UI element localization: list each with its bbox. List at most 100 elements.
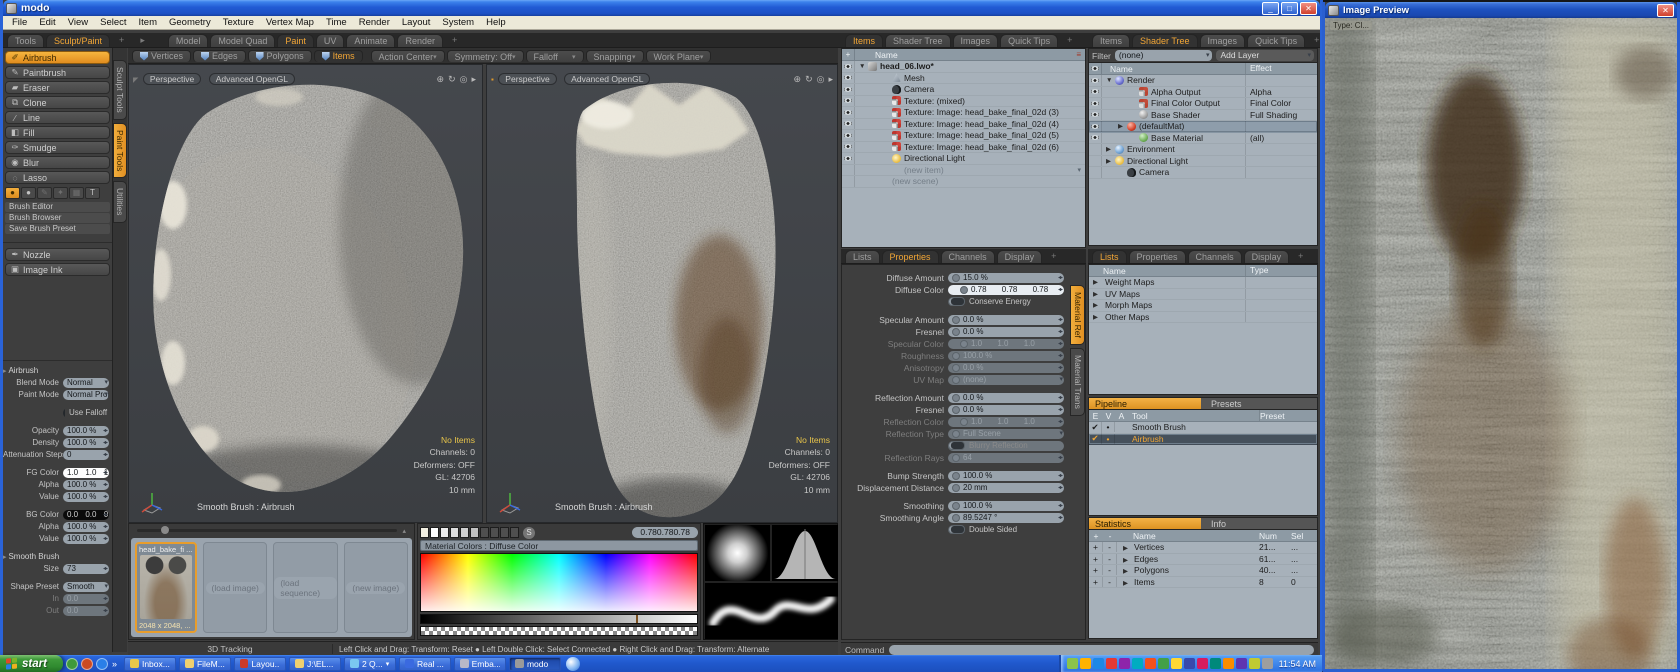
brush-mode-icon-button[interactable]: ✦ [53, 187, 68, 199]
remove-selection-button[interactable]: - [1103, 565, 1117, 575]
panel-tab[interactable]: Lists [845, 250, 880, 263]
tray-icon[interactable] [1093, 658, 1104, 669]
property-field[interactable]: 1.0 1.0 1.0 [63, 468, 109, 478]
menu-item[interactable]: Geometry [163, 17, 217, 28]
tray-icon[interactable] [1262, 658, 1273, 669]
tray-icon[interactable] [1080, 658, 1091, 669]
visibility-toggle[interactable] [1089, 144, 1102, 155]
pan-icon[interactable]: ⊕ [794, 74, 802, 84]
enable-check-icon[interactable]: ✔ [1089, 422, 1102, 433]
image-placeholder[interactable]: (new image) [344, 542, 408, 633]
quick-launch-icon[interactable] [96, 658, 108, 670]
add-selection-button[interactable]: + [1089, 554, 1103, 564]
property-field[interactable]: 20 mm [948, 483, 1064, 493]
expander-icon[interactable]: ▶ [1093, 313, 1101, 321]
visibility-toggle[interactable] [1089, 98, 1102, 109]
property-field[interactable]: 0.0 [63, 594, 109, 604]
color-swatch[interactable] [430, 527, 439, 538]
property-field[interactable]: (none) [948, 375, 1064, 385]
taskbar-window-button[interactable]: modo [509, 657, 561, 671]
add-selection-button[interactable]: + [1089, 565, 1103, 575]
panel-tab[interactable]: Properties [882, 250, 939, 263]
brush-link-button[interactable]: Brush Editor [5, 202, 110, 212]
tool-button[interactable]: ∕ Line [5, 111, 110, 124]
tool-button[interactable]: ✑ Smudge [5, 141, 110, 154]
pipeline-tab[interactable]: Pipeline [1089, 398, 1201, 409]
visibility-toggle[interactable] [842, 107, 855, 118]
list-options-icon[interactable]: ≡ [1076, 49, 1085, 60]
panel-tab[interactable]: Channels [1188, 250, 1242, 263]
color-swatch[interactable] [460, 527, 469, 538]
visibility-toggle[interactable] [1089, 75, 1102, 86]
property-field[interactable]: 0.0 % [948, 327, 1064, 337]
info-tab[interactable]: Info [1201, 518, 1317, 529]
selection-mode-button[interactable]: Items [314, 50, 363, 62]
viewport-type-button[interactable]: Perspective [143, 73, 201, 85]
property-field[interactable]: 0.0 % [948, 315, 1064, 325]
viewport-layout-tab[interactable]: UV [316, 34, 345, 47]
menu-item[interactable]: Vertex Map [260, 17, 320, 28]
visibility-toggle[interactable] [1089, 121, 1102, 132]
color-value-chip[interactable]: 0.780.780.78 [632, 527, 698, 538]
menu-item[interactable]: Render [353, 17, 396, 28]
property-field[interactable]: 0.78 0.78 0.78 [948, 285, 1064, 295]
tool-button[interactable]: ▰ Eraser [5, 81, 110, 94]
map-list-row[interactable]: ▶ UV Maps [1089, 289, 1317, 301]
statistics-row[interactable]: + - ▶Edges 61... ... [1089, 554, 1317, 566]
tool-button[interactable]: ▣ Image Ink [5, 263, 110, 276]
layout-tab[interactable]: Sculpt/Paint [46, 34, 110, 47]
material-section-tab[interactable]: Material Trans [1070, 348, 1085, 416]
visibility-toggle[interactable] [842, 96, 855, 107]
expand-icon[interactable]: ▸ [828, 74, 833, 84]
viewport-corner-icon[interactable]: ◤ [133, 77, 138, 84]
item-tree-row[interactable]: Texture: Image: head_bake_final_02d (4) [842, 119, 1085, 131]
layout-tab[interactable]: ▸ [133, 34, 152, 47]
preview-titlebar[interactable]: Image Preview [1325, 2, 1677, 18]
visibility-toggle[interactable] [842, 153, 855, 164]
item-tree-row[interactable]: Camera [842, 84, 1085, 96]
minimize-button[interactable] [1262, 2, 1279, 15]
item-tree-row[interactable]: Texture: (mixed) [842, 96, 1085, 108]
expander-icon[interactable]: ▶ [1118, 122, 1126, 130]
tray-icon[interactable] [1223, 658, 1234, 669]
shader-tree-row[interactable]: Base Material (all) [1089, 133, 1317, 145]
visibility-toggle[interactable] [1089, 156, 1102, 167]
item-tree-row[interactable]: Texture: Image: head_bake_final_02d (3) [842, 107, 1085, 119]
item-tree-row[interactable]: (new item) ▾ [842, 165, 1085, 177]
add-layer-dropdown[interactable]: Add Layer [1216, 50, 1314, 61]
viewport-left[interactable]: ◤ Perspective Advanced OpenGL ⊕↻◎▸ No It… [128, 64, 483, 523]
panel-tab[interactable]: + [1291, 250, 1310, 263]
menu-item[interactable]: System [436, 17, 480, 28]
expander-icon[interactable]: ▶ [1123, 580, 1128, 587]
maximize-button[interactable] [1281, 2, 1298, 15]
toolbar-dropdown[interactable]: Snapping ▾ [586, 50, 644, 62]
tray-icon[interactable] [1106, 658, 1117, 669]
tool-button[interactable]: ⧉ Clone [5, 96, 110, 109]
property-field[interactable]: 0.0 % [948, 363, 1064, 373]
panel-tab[interactable]: Lists [1092, 250, 1127, 263]
viewport-renderer-button[interactable]: Advanced OpenGL [209, 73, 295, 85]
menu-item[interactable]: Time [320, 17, 353, 28]
menu-item[interactable]: Item [133, 17, 163, 28]
viewport-layout-tab[interactable]: Paint [277, 34, 314, 47]
color-swatch[interactable] [490, 527, 499, 538]
taskbar-window-button[interactable]: Inbox... [124, 657, 176, 671]
value-gradient-bar[interactable] [420, 614, 698, 624]
visibility-toggle[interactable] [1089, 110, 1102, 121]
tool-category-tab[interactable]: Utilities [113, 181, 127, 222]
property-field[interactable]: 73 [63, 564, 109, 574]
shader-tree-row[interactable]: Camera [1089, 167, 1317, 179]
taskbar-extra-icon[interactable] [566, 657, 580, 671]
viewport-layout-tab[interactable]: + [445, 34, 464, 47]
preview-canvas[interactable]: Type: Cl... [1325, 18, 1677, 669]
property-field[interactable]: 100.0 % [948, 471, 1064, 481]
panel-tab[interactable]: Shader Tree [885, 34, 951, 47]
viewport-type-button[interactable]: Perspective [498, 73, 556, 85]
property-field[interactable]: Conserve Energy [948, 297, 1064, 307]
property-field[interactable]: Normal [63, 378, 109, 388]
taskbar-window-button[interactable]: Emba... [454, 657, 506, 671]
property-field[interactable]: Double Sided [948, 525, 1064, 535]
property-field[interactable]: Blurry Reflection [948, 441, 1064, 451]
item-tree-row[interactable]: Texture: Image: head_bake_final_02d (6) [842, 142, 1085, 154]
visibility-toggle[interactable] [842, 176, 855, 187]
